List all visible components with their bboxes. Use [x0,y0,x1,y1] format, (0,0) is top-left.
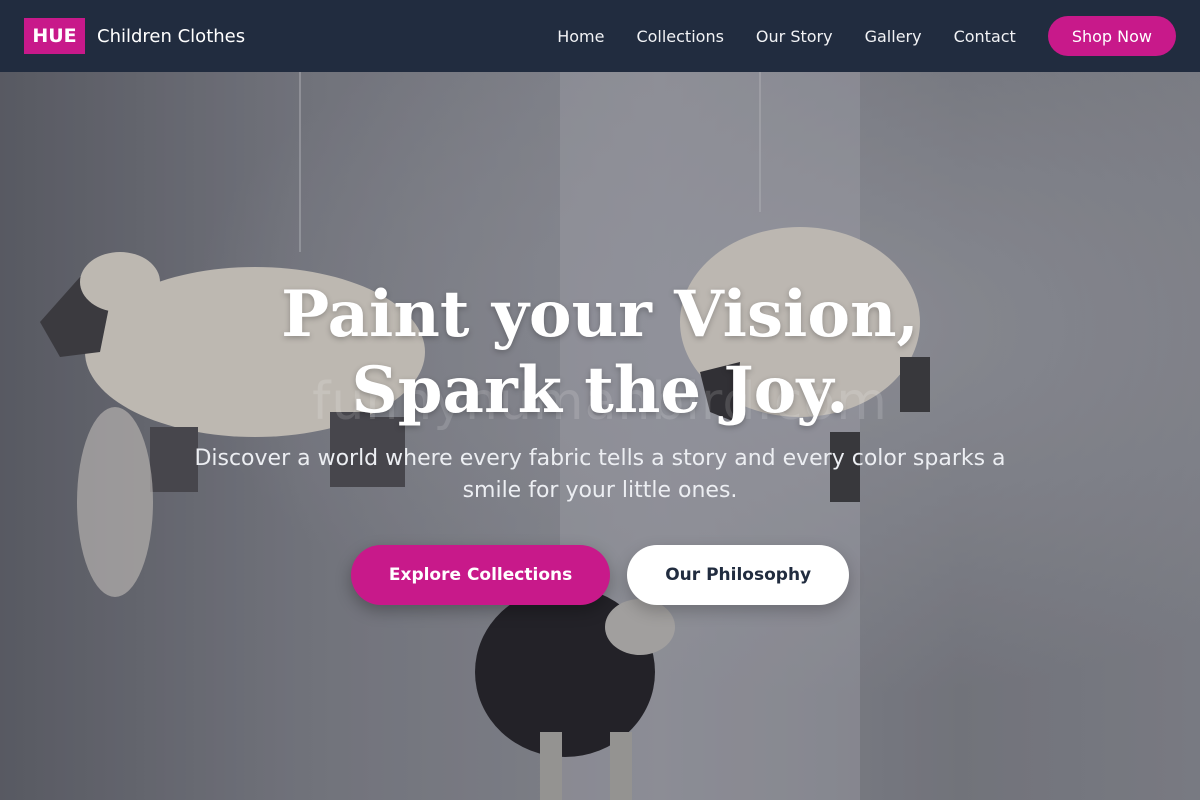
brand[interactable]: HUE Children Clothes [24,18,245,54]
nav-link-collections[interactable]: Collections [636,27,723,46]
hero-content: Paint your Vision, Spark the Joy. Discov… [0,277,1200,605]
page: HUE Children Clothes Home Collections Ou… [0,0,1200,800]
explore-collections-button[interactable]: Explore Collections [350,545,611,605]
hero-title: Paint your Vision, Spark the Joy. [281,277,919,428]
our-philosophy-button[interactable]: Our Philosophy [627,545,850,605]
hero-subtitle: Discover a world where every fabric tell… [194,446,1006,503]
nav-link-gallery[interactable]: Gallery [865,27,922,46]
brand-logo[interactable]: HUE [24,18,85,54]
nav-right: Home Collections Our Story Gallery Conta… [557,16,1176,56]
nav-link-our-story[interactable]: Our Story [756,27,833,46]
hero-section: funnyhumanbird.com Paint your Vision, Sp… [0,72,1200,800]
nav-link-contact[interactable]: Contact [954,27,1016,46]
nav-links: Home Collections Our Story Gallery Conta… [557,27,1016,46]
hero-actions: Explore Collections Our Philosophy [0,545,1200,605]
shop-now-button[interactable]: Shop Now [1047,16,1176,56]
nav-link-home[interactable]: Home [557,27,604,46]
brand-name[interactable]: Children Clothes [97,26,245,47]
top-navigation: HUE Children Clothes Home Collections Ou… [0,0,1200,72]
